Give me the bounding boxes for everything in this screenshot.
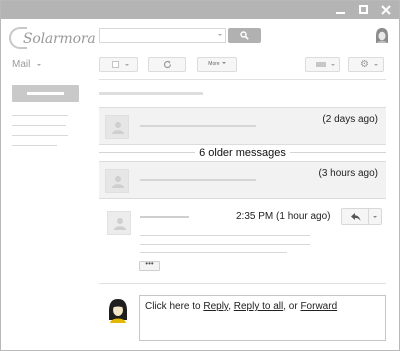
search-icon [240,31,249,40]
sidebar-item-starred[interactable] [12,125,66,126]
sidebar-item-sent[interactable] [12,135,68,136]
logo-text: Solarmora [23,31,96,47]
sidebar-item-drafts[interactable] [12,145,57,146]
mail-menu-label[interactable]: Mail [12,59,30,70]
select-all-button[interactable] [99,57,138,72]
older-messages-toggle[interactable]: 6 older messages [99,145,386,161]
input-tools-button[interactable] [305,57,340,72]
reply-link[interactable]: Reply [203,301,228,312]
keyboard-icon [316,62,326,67]
toolbar-divider [99,79,386,80]
thread-subject [99,92,203,95]
message-time: (3 hours ago) [318,168,378,179]
window-titlebar [1,1,399,19]
more-reply-options-button[interactable] [368,208,382,225]
close-icon[interactable] [376,2,396,18]
older-messages-label: 6 older messages [195,147,290,159]
chevron-down-icon[interactable] [37,64,41,66]
collapsed-message[interactable]: (3 hours ago) [99,161,386,199]
more-label: More [208,61,220,67]
message-snippet [140,179,256,181]
message-time: (2 days ago) [322,114,378,125]
compose-button[interactable] [12,85,79,102]
reply-prompt-text: Click here to [145,301,204,312]
message-time: 2:35 PM (1 hour ago) [236,211,331,222]
account-avatar[interactable] [374,27,390,45]
sidebar-item-inbox[interactable] [12,115,68,116]
show-trimmed-content-button[interactable]: ••• [139,259,160,271]
app-logo[interactable]: Solarmora [9,27,96,51]
minimize-icon[interactable] [330,2,350,18]
search-options-chevron-icon[interactable] [218,34,222,36]
gear-icon: ⚙ [360,59,369,70]
maximize-icon[interactable] [353,2,373,18]
sender-name[interactable] [140,216,189,218]
message-body-line [140,235,310,236]
user-avatar-icon [114,218,126,230]
reply-all-link[interactable]: Reply to all [234,301,283,312]
search-button[interactable] [228,28,261,43]
sender-avatar [105,169,129,193]
settings-button[interactable]: ⚙ [348,57,384,72]
forward-link[interactable]: Forward [300,301,337,312]
message-body-line [140,244,310,245]
current-user-avatar [105,297,131,323]
user-avatar-icon [105,297,131,323]
app-window: Solarmora Mail More ⚙ (2 days ago) 6 old… [0,0,400,351]
reply-box[interactable]: Click here to Reply, Reply to all, or Fo… [139,295,386,341]
ellipsis-label: ••• [145,259,154,268]
sender-avatar [105,115,129,139]
user-avatar-icon [376,28,388,43]
search-input[interactable] [99,28,226,43]
refresh-icon [163,60,172,69]
more-actions-button[interactable]: More [197,57,237,72]
user-avatar-icon [112,122,124,134]
message-body-line [140,252,287,253]
sender-avatar [107,211,131,235]
reply-divider [99,283,386,284]
refresh-button[interactable] [148,57,186,72]
reply-button[interactable] [341,208,369,225]
user-avatar-icon [112,176,124,188]
reply-separator: , or [283,301,301,312]
collapsed-message[interactable]: (2 days ago) [99,107,386,145]
reply-icon [351,213,361,221]
message-snippet [140,125,256,127]
chevron-down-icon [373,216,377,218]
